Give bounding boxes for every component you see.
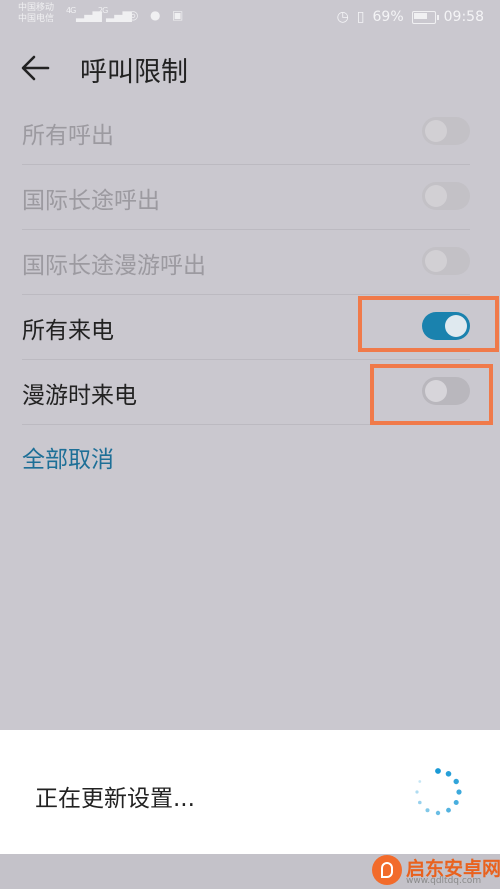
- alarm-icon: ◷: [336, 9, 349, 25]
- highlight-box-all-incoming: [358, 296, 499, 352]
- carrier-2: 中国电信: [18, 14, 55, 24]
- setting-label: 所有来电: [22, 318, 114, 344]
- vibrate-icon: ▯: [356, 9, 365, 25]
- toggle-knob: [425, 120, 447, 142]
- setting-row-all-outgoing[interactable]: 所有呼出: [22, 100, 470, 165]
- setting-row-international-outgoing[interactable]: 国际长途呼出: [22, 165, 470, 230]
- signal-icon-2: ▂▄▆: [106, 8, 132, 22]
- international-outgoing-toggle[interactable]: [422, 182, 470, 210]
- app-bar: 呼叫限制: [0, 36, 500, 100]
- cancel-all-button[interactable]: 全部取消: [22, 440, 114, 474]
- back-arrow-icon[interactable]: [18, 52, 54, 84]
- clock: 09:58: [443, 9, 484, 25]
- watermark-url: www.qdltdq.com: [406, 876, 482, 886]
- hotspot-icon: ◎: [128, 8, 139, 22]
- toggle-knob: [425, 250, 447, 272]
- watermark-logo-icon: [372, 855, 402, 885]
- progress-message: 正在更新设置...: [35, 786, 195, 812]
- loading-spinner-icon: [415, 768, 462, 816]
- battery-percent: 69%: [372, 9, 404, 25]
- setting-label: 所有呼出: [22, 123, 114, 149]
- international-roaming-outgoing-toggle[interactable]: [422, 247, 470, 275]
- highlight-box-incoming-roaming: [370, 364, 493, 425]
- wechat-icon: ●: [150, 8, 161, 22]
- all-outgoing-toggle[interactable]: [422, 117, 470, 145]
- page-title: 呼叫限制: [80, 57, 188, 88]
- setting-row-international-roaming-outgoing[interactable]: 国际长途漫游呼出: [22, 230, 470, 295]
- carrier-names: 中国移动 中国电信: [18, 3, 54, 25]
- image-icon: ▣: [172, 8, 183, 22]
- setting-label: 漫游时来电: [22, 383, 137, 409]
- network-type-1: 4G: [66, 6, 76, 15]
- battery-icon: [411, 10, 439, 24]
- carrier-1: 中国移动: [18, 3, 55, 13]
- toggle-knob: [425, 185, 447, 207]
- setting-label: 国际长途呼出: [22, 188, 160, 214]
- watermark: 启东安卓网 www.qdltdq.com: [372, 853, 500, 889]
- signal-icon-1: ▂▄▆: [76, 8, 102, 22]
- status-bar: 中国移动 中国电信 4G ▂▄▆ 2G ▂▄▆ ◎ ● ▣ ◷ ▯ 69% 09…: [0, 0, 500, 36]
- setting-label: 国际长途漫游呼出: [22, 253, 206, 279]
